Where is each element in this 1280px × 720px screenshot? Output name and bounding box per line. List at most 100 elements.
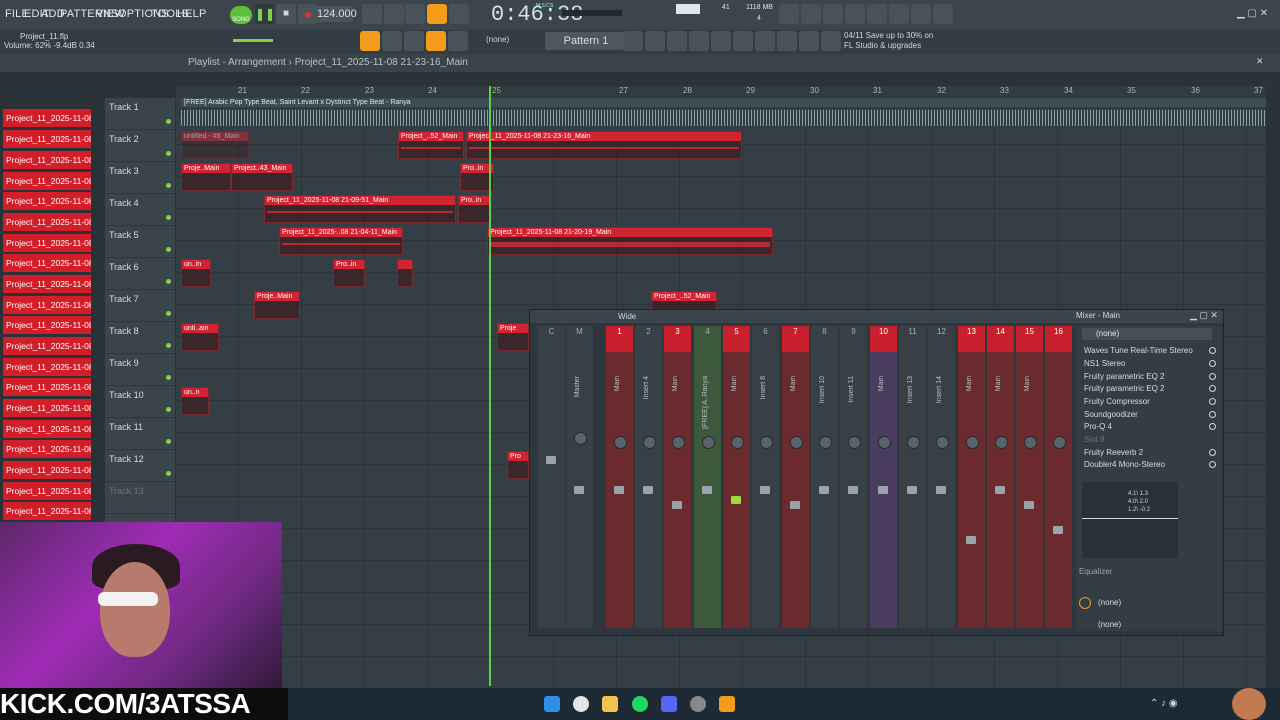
browser-item[interactable]: Project_11_2025-11-08...	[3, 482, 91, 500]
master-volume-slider[interactable]	[233, 39, 273, 42]
pattern-clip[interactable]: Proje..Main	[181, 163, 231, 191]
pattern-clip[interactable]: Project..43_Main	[231, 163, 293, 191]
pan-knob[interactable]	[878, 436, 891, 449]
route-output-b[interactable]: (none)	[1098, 620, 1121, 629]
channel-rack-icon[interactable]	[645, 31, 665, 51]
strip-fader[interactable]	[848, 486, 858, 494]
fx-slot[interactable]: Soundgoodizer	[1084, 410, 1138, 419]
pattern-clip[interactable]: untitled - #8_Main	[181, 131, 249, 159]
playlist-icon[interactable]	[360, 31, 380, 51]
playhead[interactable]	[489, 86, 491, 686]
strip-fader[interactable]	[672, 501, 682, 509]
track-header[interactable]: Track 2	[105, 130, 175, 162]
strip-fader[interactable]	[1053, 526, 1063, 534]
pattern-clip[interactable]: Project_11_2025-11-08 21-23-16_Main	[466, 131, 742, 159]
song-mode-toggle[interactable]: SONG	[230, 6, 252, 24]
strip-fader[interactable]	[907, 486, 917, 494]
strip-fader[interactable]	[546, 456, 556, 464]
step-edit-icon[interactable]	[427, 4, 447, 24]
strip-fader[interactable]	[1024, 501, 1034, 509]
mixer-strip[interactable]: 15 Main	[1016, 326, 1043, 628]
track-header[interactable]: Track 8	[105, 322, 175, 354]
fx-slot[interactable]: NS1 Stereo	[1084, 359, 1125, 368]
track-active-led[interactable]	[166, 183, 171, 188]
strip-fader[interactable]	[966, 536, 976, 544]
browser-item[interactable]: Project_11_2025-11-08...	[3, 172, 91, 190]
strip-fader[interactable]	[731, 496, 741, 504]
folder-icon[interactable]	[602, 696, 618, 712]
fx-enable-toggle[interactable]	[1209, 385, 1216, 392]
pan-knob[interactable]	[614, 436, 627, 449]
pattern-clip[interactable]: Pro..in	[333, 259, 365, 287]
metronome-icon[interactable]	[362, 4, 382, 24]
pattern-clip[interactable]: Pro	[507, 451, 529, 479]
download-icon[interactable]	[933, 4, 953, 24]
browser-item[interactable]: Project_11_2025-11-08...	[3, 275, 91, 293]
pattern-selector[interactable]: Pattern 1	[545, 32, 627, 50]
pan-knob[interactable]	[936, 436, 949, 449]
mixer-strip[interactable]: 9 Insert 11	[840, 326, 867, 628]
pan-knob[interactable]	[1053, 436, 1066, 449]
browser-item[interactable]: Project_11_2025-11-08...	[3, 109, 91, 127]
audio-clip[interactable]: [FREE] Arabic Pop Type Beat, Saint Levan…	[181, 98, 1266, 128]
browser-item[interactable]: Project_11_2025-11-08...	[3, 296, 91, 314]
arrow-icon[interactable]	[382, 31, 402, 51]
track-header[interactable]: Track 6	[105, 258, 175, 290]
pan-knob[interactable]	[848, 436, 861, 449]
browser-item[interactable]: Project_11_2025-11-08...	[3, 316, 91, 334]
mixer-strip[interactable]: C	[538, 326, 565, 628]
pan-knob[interactable]	[731, 436, 744, 449]
pattern-clip[interactable]: Project_11_2025-11-08 21-09-51_Main	[264, 195, 456, 223]
mixer-strip[interactable]: 6 Insert 8	[752, 326, 779, 628]
stamp-icon[interactable]	[448, 31, 468, 51]
browser-item[interactable]: Project_11_2025-11-08...	[3, 502, 91, 520]
track-header[interactable]: Track 1	[105, 98, 175, 130]
mixer-strip[interactable]: 5 Main	[723, 326, 750, 628]
link-icon[interactable]	[426, 31, 446, 51]
mixer-strip[interactable]: 8 Insert 10	[811, 326, 838, 628]
browser-item[interactable]: Project_11_2025-11-08...	[3, 254, 91, 272]
pan-knob[interactable]	[672, 436, 685, 449]
piano-roll-icon[interactable]	[667, 31, 687, 51]
strip-fader[interactable]	[574, 486, 584, 494]
mixer-view-mode[interactable]: Wide	[618, 312, 636, 321]
browser-icon[interactable]	[689, 31, 709, 51]
playlist-close-icon[interactable]: ✕	[1256, 56, 1264, 67]
mixer-strip[interactable]: 4 [FREE] A..Ranya	[694, 326, 721, 628]
pan-knob[interactable]	[574, 432, 587, 445]
mixer-strip[interactable]: 1 Main	[606, 326, 633, 628]
countdown-icon[interactable]	[405, 4, 425, 24]
fx-enable-toggle[interactable]	[1209, 347, 1216, 354]
pattern-clip[interactable]: unti..ain	[181, 323, 219, 351]
help-icon[interactable]	[845, 4, 865, 24]
mixer-window-controls-icon[interactable]: ▁ ▢ ✕	[1190, 310, 1218, 321]
file-icon[interactable]	[733, 31, 753, 51]
pan-knob[interactable]	[819, 436, 832, 449]
track-header[interactable]: Track 11	[105, 418, 175, 450]
browser-item[interactable]: Project_11_2025-11-08...	[3, 461, 91, 479]
pattern-clip[interactable]: Pro..in	[458, 195, 492, 223]
track-active-led[interactable]	[166, 279, 171, 284]
window-controls-icon[interactable]: ▁ ▢ ✕	[1237, 8, 1268, 19]
strip-fader[interactable]	[643, 486, 653, 494]
tempo-display[interactable]: 124.000	[317, 6, 357, 22]
track-active-led[interactable]	[166, 119, 171, 124]
timeline-ruler[interactable]: 21 22 23 24 25 27 28 29 30 31 32 33 34 3…	[176, 86, 1266, 98]
browser-item[interactable]: Project_11_2025-11-08...	[3, 420, 91, 438]
spotify-icon[interactable]	[632, 696, 648, 712]
track-header[interactable]: Track 3	[105, 162, 175, 194]
info-icon[interactable]	[911, 4, 931, 24]
track-header[interactable]: Track 4	[105, 194, 175, 226]
mixer-strip[interactable]: 3 Main	[664, 326, 691, 628]
mixer-strip[interactable]: 10 Main	[870, 326, 897, 628]
pause-button[interactable]: ❚❚	[255, 4, 275, 24]
browser-item[interactable]: Project_11_2025-11-08...	[3, 440, 91, 458]
track-active-led[interactable]	[166, 151, 171, 156]
track-active-led[interactable]	[166, 215, 171, 220]
fx-enable-toggle[interactable]	[1209, 360, 1216, 367]
wait-icon[interactable]	[384, 4, 404, 24]
browser-item[interactable]: Project_11_2025-11-08...	[3, 151, 91, 169]
plugin-icon[interactable]	[711, 31, 731, 51]
windows-start-icon[interactable]	[544, 696, 560, 712]
browser-item[interactable]: Project_11_2025-11-08...	[3, 234, 91, 252]
